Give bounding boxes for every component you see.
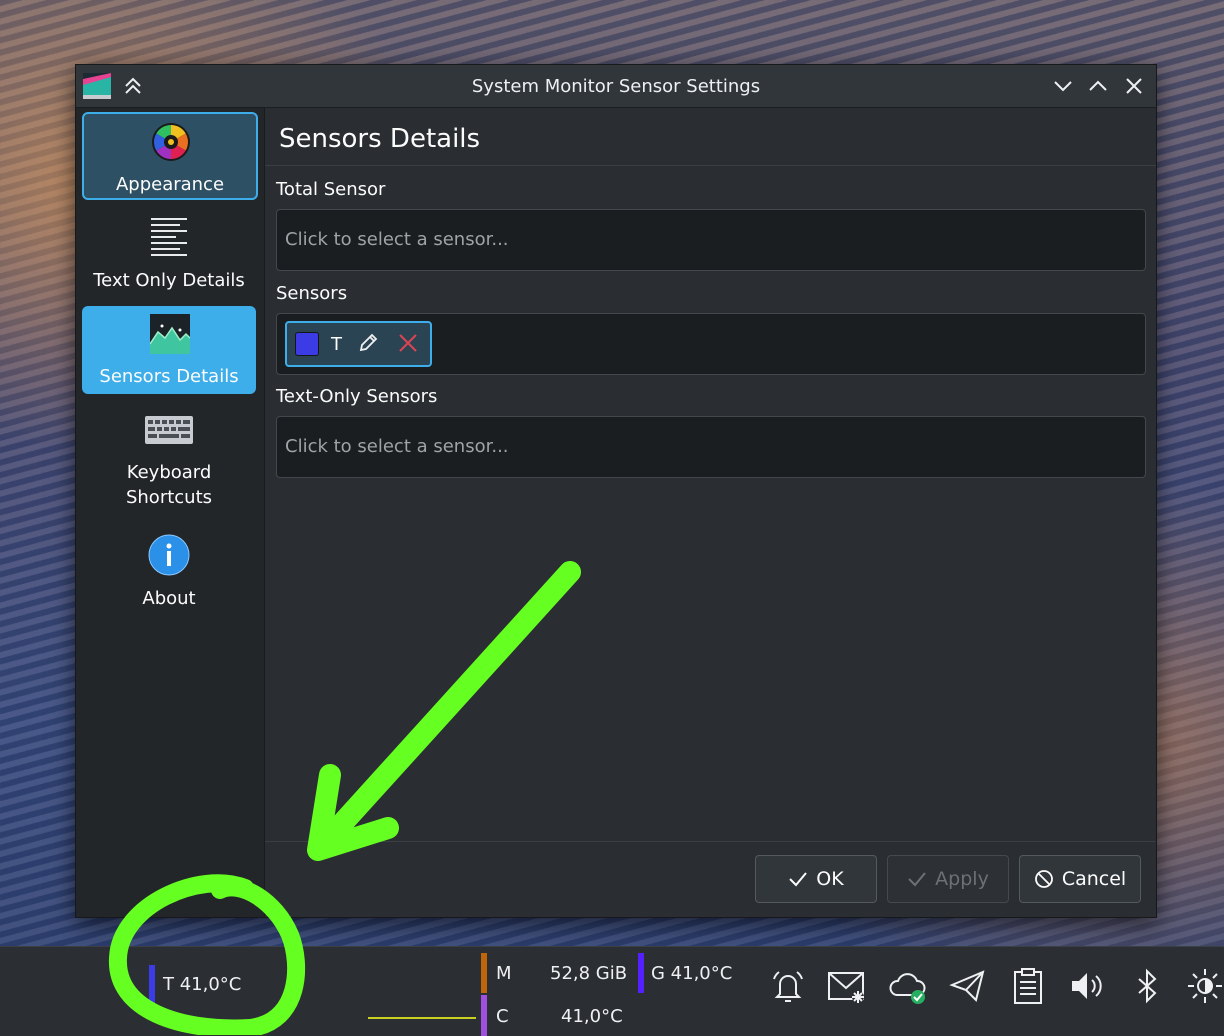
sidebar-item-sensors-details[interactable]: Sensors Details [82,306,256,394]
sensor-chip-name: T [331,334,342,355]
cancel-button[interactable]: Cancel [1019,855,1141,903]
maximize-button[interactable] [1087,75,1109,97]
cpu-value: 41,0°C [561,1006,623,1027]
bluetooth-icon[interactable] [1128,967,1166,1005]
apply-button[interactable]: Apply [887,855,1009,903]
memory-color-indicator [481,953,487,993]
page-title: Sensors Details [279,124,481,154]
text-lines-icon [151,218,187,256]
text-only-sensors-placeholder: Click to select a sensor... [285,436,509,457]
sidebar-label-appearance: Appearance [115,174,225,195]
window-title: System Monitor Sensor Settings [471,76,761,97]
sidebar-item-text-only-details[interactable]: Text Only Details [82,208,256,296]
sidebar-label-text-only-details: Text Only Details [93,270,245,291]
checkmark-icon [789,872,808,887]
settings-window: System Monitor Sensor Settings Appearanc… [75,64,1157,918]
taskbar: T 41,0°C M 52,8 GiB G 41,0°C C 41,0°C [0,946,1224,1036]
info-icon [148,534,190,576]
sensors-label: Sensors [276,283,348,304]
pencil-icon[interactable] [357,332,379,354]
total-sensor-label: Total Sensor [276,179,386,200]
alarm-bell-icon[interactable] [769,967,807,1005]
main-panel: Sensors Details Total Sensor Click to se… [265,108,1156,917]
clipboard-icon[interactable] [1009,967,1047,1005]
area-graph-icon [150,314,190,354]
text-only-sensors-label: Text-Only Sensors [276,386,438,407]
sensor-color-swatch[interactable] [295,332,319,356]
remove-icon[interactable] [397,332,419,354]
sensors-field[interactable]: T [276,313,1146,375]
close-button[interactable] [1123,75,1145,97]
sidebar-item-appearance[interactable]: Appearance [82,112,258,200]
color-wheel-icon [152,123,190,161]
settings-sidebar: Appearance Text Only Details Sensors Det [76,108,265,917]
gpu-temp-color-indicator [638,953,644,993]
sidebar-label-sensors-details: Sensors Details [99,366,239,387]
total-sensor-placeholder: Click to select a sensor... [285,229,509,250]
volume-icon[interactable] [1068,967,1106,1005]
keyboard-icon [145,416,193,444]
sensor-chip[interactable]: T [285,321,432,367]
cancel-button-label: Cancel [1061,868,1127,890]
footer-divider [265,841,1156,842]
cancel-icon [1034,870,1053,888]
ok-button[interactable]: OK [755,855,877,903]
graph-line [368,1017,476,1019]
system-monitor-widget-temp[interactable]: T 41,0°C [163,974,241,995]
checkmark-icon [908,872,926,887]
text-only-sensors-field[interactable]: Click to select a sensor... [276,416,1146,478]
ok-button-label: OK [816,868,844,890]
cpu-color-indicator [481,995,487,1036]
memory-value: 52,8 GiB [550,963,628,984]
sidebar-label-shortcuts: Shortcuts [125,487,213,508]
brightness-icon[interactable] [1186,967,1224,1005]
title-bar[interactable]: System Monitor Sensor Settings [76,65,1156,108]
cpu-label: C [496,1006,509,1027]
mail-new-icon[interactable] [827,967,865,1005]
apply-button-label: Apply [935,868,989,890]
memory-label: M [496,963,512,984]
header-divider [265,165,1156,166]
telegram-icon[interactable] [949,967,987,1005]
minimize-button[interactable] [1052,75,1074,97]
temp-color-indicator [149,965,155,1005]
sidebar-item-keyboard-shortcuts[interactable]: Keyboard Shortcuts [82,404,256,514]
total-sensor-field[interactable]: Click to select a sensor... [276,209,1146,271]
cloud-sync-icon[interactable] [888,967,926,1005]
sidebar-label-about: About [142,588,196,609]
gpu-temp-value: G 41,0°C [651,963,733,984]
sidebar-label-keyboard: Keyboard [126,462,212,483]
sidebar-item-about[interactable]: About [82,526,256,614]
